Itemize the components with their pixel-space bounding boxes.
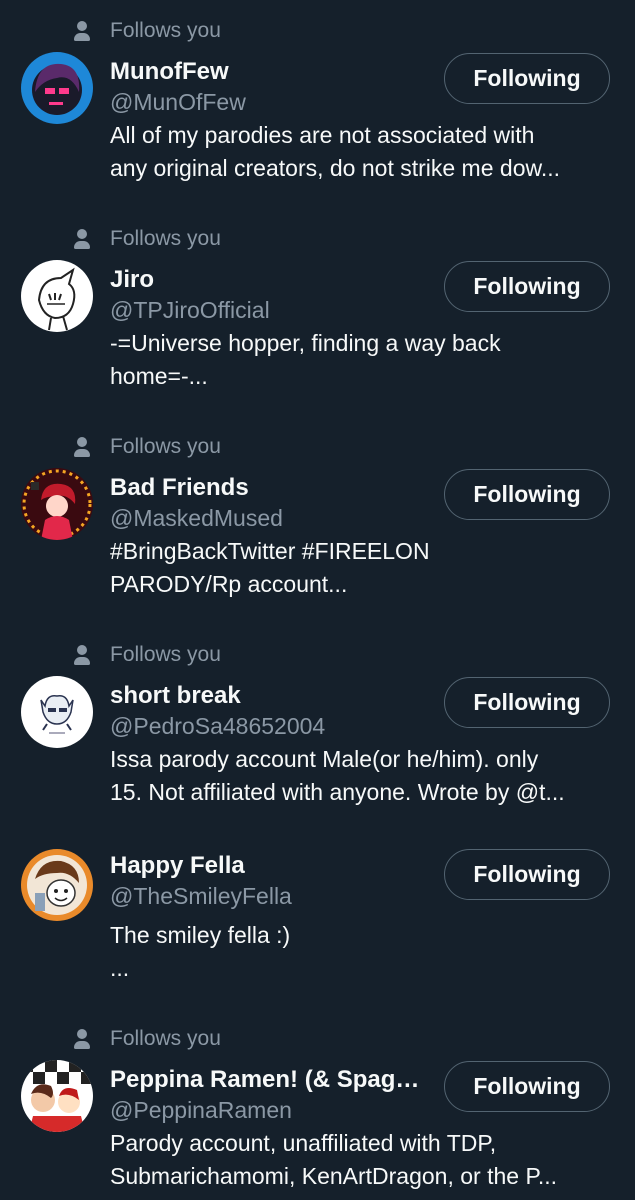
user-name[interactable]: Happy Fella (110, 852, 245, 880)
avatar[interactable] (21, 52, 93, 124)
avatar[interactable] (21, 468, 93, 540)
following-button[interactable]: Following (444, 469, 610, 520)
user-handle[interactable]: @TheSmileyFella (110, 883, 292, 910)
follows-you-indicator: Follows you (72, 1022, 221, 1056)
following-button[interactable]: Following (444, 1061, 610, 1112)
follows-you-indicator: Follows you (72, 14, 221, 48)
person-icon (72, 228, 92, 250)
person-icon (72, 644, 92, 666)
user-handle[interactable]: @MunOfFew (110, 89, 246, 116)
follows-you-indicator: Follows you (72, 430, 221, 464)
user-bio: Issa parody account Male(or he/him). onl… (110, 746, 565, 805)
user-name[interactable]: Jiro (110, 266, 154, 294)
user-bio: Parody account, unaffiliated with TDP, S… (110, 1130, 558, 1189)
person-icon (72, 1028, 92, 1050)
user-name[interactable]: Peppina Ramen! (& Spagh... (110, 1066, 430, 1094)
person-icon (72, 20, 92, 42)
following-button[interactable]: Following (444, 677, 610, 728)
user-handle[interactable]: @TPJiroOfficial (110, 297, 270, 324)
following-button[interactable]: Following (444, 53, 610, 104)
following-button[interactable]: Following (444, 261, 610, 312)
follows-you-indicator: Follows you (72, 638, 221, 672)
user-handle[interactable]: @PedroSa48652004 (110, 713, 325, 740)
avatar[interactable] (21, 1060, 93, 1132)
user-name[interactable]: short break (110, 682, 241, 710)
user-handle[interactable]: @MaskedMused (110, 505, 283, 532)
avatar[interactable] (21, 260, 93, 332)
follows-you-indicator: Follows you (72, 222, 221, 256)
user-bio: All of my parodies are not associated wi… (110, 122, 560, 181)
user-name[interactable]: Bad Friends (110, 474, 249, 502)
user-bio: The smiley fella :) ... (110, 922, 291, 981)
user-bio: -=Universe hopper, finding a way back ho… (110, 330, 501, 389)
user-name[interactable]: MunofFew (110, 58, 229, 86)
user-handle[interactable]: @PeppinaRamen (110, 1097, 292, 1124)
avatar[interactable] (21, 676, 93, 748)
avatar[interactable] (21, 849, 93, 921)
person-icon (72, 436, 92, 458)
following-button[interactable]: Following (444, 849, 610, 900)
user-bio: #BringBackTwitter #FIREELON PARODY/Rp ac… (110, 538, 430, 597)
